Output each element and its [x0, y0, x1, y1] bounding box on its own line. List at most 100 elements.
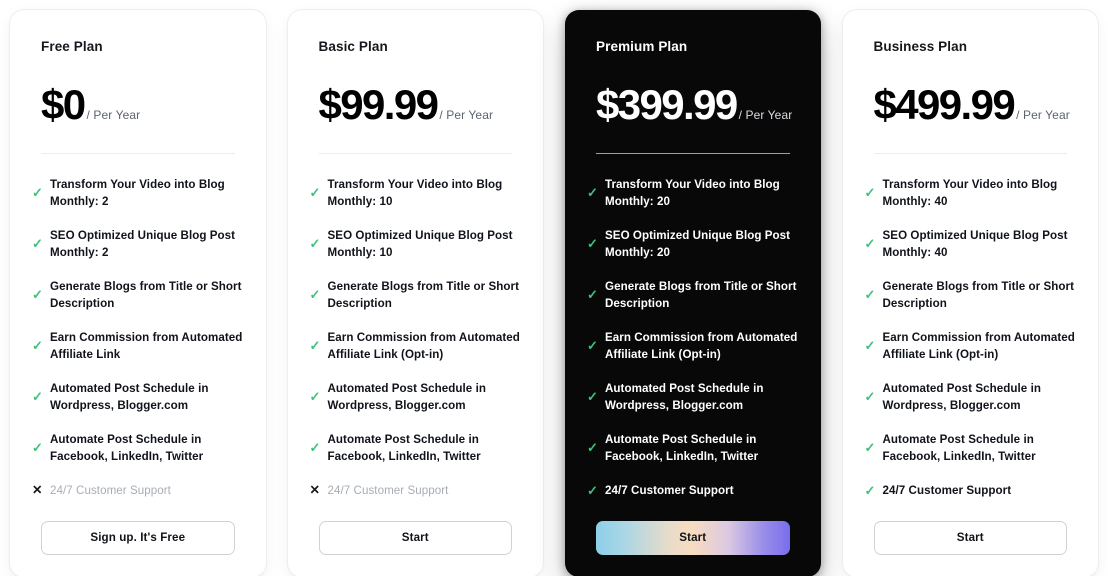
plan-cta-button[interactable]: Start — [873, 520, 1067, 555]
plan-price: $499.99 — [873, 80, 1016, 128]
feature-item: ✓ Automated Post Schedule in Wordpress, B… — [865, 380, 1077, 414]
feature-item: ✓ Earn Commission from Automated Affiliat… — [310, 329, 522, 363]
cross-icon: ✕ — [32, 483, 43, 498]
feature-item: ✓ Transform Your Video into Blog Monthly:… — [32, 176, 244, 210]
feature-item: ✓ SEO Optimized Unique Blog Post Monthly:… — [32, 227, 244, 261]
check-icon: ✓ — [32, 338, 43, 354]
check-icon: ✓ — [864, 389, 876, 405]
check-icon: ✓ — [864, 338, 876, 354]
check-icon: ✓ — [864, 482, 876, 498]
feature-label: Generate Blogs from Title or Short Descr… — [50, 279, 242, 310]
check-icon: ✓ — [309, 338, 321, 354]
feature-item: ✓ Automate Post Schedule in Facebook, Lin… — [310, 431, 522, 465]
feature-item: ✓ Transform Your Video into Blog Monthly:… — [865, 176, 1077, 210]
feature-item: ✓ Transform Your Video into Blog Monthly:… — [310, 176, 522, 210]
feature-label: Transform Your Video into Blog Monthly: … — [605, 177, 780, 208]
feature-label: 24/7 Customer Support — [50, 483, 171, 497]
feature-item: ✕ 24/7 Customer Support — [310, 482, 522, 499]
feature-label: Generate Blogs from Title or Short Descr… — [882, 279, 1075, 310]
feature-label: 24/7 Customer Support — [882, 483, 1012, 497]
feature-label: Earn Commission from Automated Affiliate… — [327, 330, 520, 361]
feature-item: ✓ Automated Post Schedule in Wordpress, B… — [587, 380, 799, 414]
feature-list: ✓ Transform Your Video into Blog Monthly:… — [32, 154, 244, 499]
price-row: $499.99/ Per Year — [873, 80, 1077, 128]
feature-item: ✓ Generate Blogs from Title or Short Desc… — [587, 278, 799, 312]
cross-icon: ✕ — [309, 483, 320, 498]
feature-label: 24/7 Customer Support — [605, 483, 734, 497]
pricing-card-premium-plan: Premium Plan $399.99/ Per Year ✓ Transform … — [565, 10, 821, 576]
plan-cta-button[interactable]: Start — [318, 520, 512, 555]
check-icon: ✓ — [32, 185, 43, 201]
check-icon: ✓ — [32, 287, 43, 303]
feature-item: ✓ Automated Post Schedule in Wordpress, B… — [32, 380, 244, 414]
check-icon: ✓ — [864, 287, 876, 303]
feature-item: ✓ Automate Post Schedule in Facebook, Lin… — [587, 431, 799, 465]
check-icon: ✓ — [587, 482, 598, 498]
feature-label: Automate Post Schedule in Facebook, Link… — [50, 432, 204, 463]
pricing-card-free-plan: Free Plan $0/ Per Year ✓ Transform Your Vid… — [10, 10, 266, 576]
plan-price: $399.99 — [596, 80, 738, 128]
feature-list: ✓ Transform Your Video into Blog Monthly:… — [310, 154, 522, 499]
feature-label: SEO Optimized Unique Blog Post Monthly: … — [882, 228, 1068, 259]
feature-label: Automated Post Schedule in Wordpress, Bl… — [882, 381, 1041, 412]
feature-item: ✓ Generate Blogs from Title or Short Desc… — [310, 278, 522, 312]
plan-price: $99.99 — [318, 80, 439, 128]
feature-label: Automate Post Schedule in Facebook, Link… — [327, 432, 481, 463]
check-icon: ✓ — [32, 389, 43, 405]
feature-item: ✓ 24/7 Customer Support — [587, 482, 799, 499]
check-icon: ✓ — [309, 389, 321, 405]
feature-item: ✓ Automate Post Schedule in Facebook, Lin… — [32, 431, 244, 465]
feature-label: Earn Commission from Automated Affiliate… — [605, 330, 798, 361]
plan-period: / Per Year — [1016, 107, 1070, 122]
feature-label: 24/7 Customer Support — [327, 483, 449, 497]
plan-period: / Per Year — [738, 107, 793, 122]
pricing-page: Free Plan $0/ Per Year ✓ Transform Your Vid… — [0, 0, 1108, 576]
feature-label: Earn Commission from Automated Affiliate… — [882, 330, 1075, 361]
feature-label: SEO Optimized Unique Blog Post Monthly: … — [327, 228, 513, 259]
feature-item: ✓ Automated Post Schedule in Wordpress, B… — [310, 380, 522, 414]
feature-label: Automated Post Schedule in Wordpress, Bl… — [605, 381, 764, 412]
feature-item: ✓ SEO Optimized Unique Blog Post Monthly:… — [865, 227, 1077, 261]
feature-item: ✓ Automate Post Schedule in Facebook, Lin… — [865, 431, 1077, 465]
feature-item: ✓ SEO Optimized Unique Blog Post Monthly:… — [587, 227, 799, 261]
check-icon: ✓ — [309, 185, 321, 201]
feature-item: ✓ Transform Your Video into Blog Monthly:… — [587, 176, 799, 210]
feature-item: ✓ SEO Optimized Unique Blog Post Monthly:… — [310, 227, 522, 261]
feature-label: Automate Post Schedule in Facebook, Link… — [882, 432, 1036, 463]
check-icon: ✓ — [587, 287, 598, 303]
check-icon: ✓ — [864, 236, 876, 252]
check-icon: ✓ — [309, 236, 321, 252]
feature-label: Transform Your Video into Blog Monthly: … — [327, 177, 503, 208]
pricing-card-basic-plan: Basic Plan $99.99/ Per Year ✓ Transform You… — [287, 10, 543, 576]
plan-period: / Per Year — [86, 107, 141, 122]
plan-price: $0 — [41, 80, 86, 128]
plan-cta-button[interactable]: Start — [596, 520, 790, 555]
check-icon: ✓ — [587, 185, 598, 201]
plan-period: / Per Year — [439, 107, 494, 122]
feature-item: ✓ Earn Commission from Automated Affiliat… — [32, 329, 244, 363]
check-icon: ✓ — [309, 287, 321, 303]
feature-item: ✓ 24/7 Customer Support — [865, 482, 1077, 499]
feature-list: ✓ Transform Your Video into Blog Monthly:… — [587, 154, 799, 499]
plan-name: Basic Plan — [318, 39, 388, 54]
plan-cta-button[interactable]: Sign up. It's Free — [41, 520, 235, 555]
feature-label: SEO Optimized Unique Blog Post Monthly: … — [50, 228, 236, 259]
feature-item: ✓ Earn Commission from Automated Affiliat… — [865, 329, 1077, 363]
feature-list: ✓ Transform Your Video into Blog Monthly:… — [865, 154, 1077, 499]
plan-name: Premium Plan — [596, 39, 688, 54]
price-row: $99.99/ Per Year — [318, 80, 522, 128]
feature-item: ✓ Generate Blogs from Title or Short Desc… — [32, 278, 244, 312]
plan-name: Business Plan — [873, 39, 968, 54]
price-row: $0/ Per Year — [41, 80, 244, 128]
plan-name: Free Plan — [41, 39, 103, 54]
feature-label: Transform Your Video into Blog Monthly: … — [882, 177, 1058, 208]
check-icon: ✓ — [309, 440, 321, 456]
feature-item: ✓ Earn Commission from Automated Affiliat… — [587, 329, 799, 363]
check-icon: ✓ — [864, 185, 876, 201]
feature-label: Generate Blogs from Title or Short Descr… — [605, 279, 797, 310]
feature-item: ✕ 24/7 Customer Support — [32, 482, 244, 499]
feature-label: Automated Post Schedule in Wordpress, Bl… — [327, 381, 486, 412]
pricing-card-business-plan: Business Plan $499.99/ Per Year ✓ Transform… — [842, 10, 1098, 576]
feature-label: SEO Optimized Unique Blog Post Monthly: … — [605, 228, 791, 259]
check-icon: ✓ — [32, 236, 43, 252]
